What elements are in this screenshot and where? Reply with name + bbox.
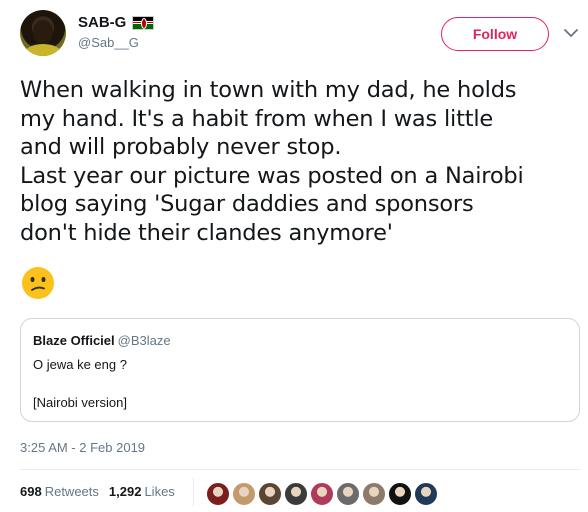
avatar-face	[33, 20, 53, 44]
liker-avatars	[206, 482, 438, 506]
liker-avatar[interactable]	[284, 482, 308, 506]
retweets-count: 698	[20, 484, 42, 499]
chevron-down-icon[interactable]	[561, 23, 581, 43]
likes-stat[interactable]: 1,292 Likes	[109, 484, 175, 499]
retweets-stat[interactable]: 698 Retweets	[20, 484, 99, 499]
kenya-flag-icon	[132, 15, 155, 30]
author-name-row[interactable]: SAB-G	[78, 14, 155, 31]
tweet-line: When walking in town with my dad, he hol…	[20, 77, 517, 103]
liker-avatar[interactable]	[414, 482, 438, 506]
tweet-timestamp[interactable]: 3:25 AM - 2 Feb 2019	[20, 440, 145, 455]
tweet-text: When walking in town with my dad, he hol…	[20, 76, 580, 247]
follow-button[interactable]: Follow	[441, 17, 549, 51]
author-handle[interactable]: @Sab__G	[78, 35, 139, 50]
tweet-line: blog saying 'Sugar daddies and sponsors	[20, 191, 474, 217]
retweets-label: Retweets	[44, 484, 99, 499]
liker-avatar[interactable]	[362, 482, 386, 506]
liker-avatar[interactable]	[232, 482, 256, 506]
likes-label: Likes	[144, 484, 175, 499]
author-avatar[interactable]	[20, 10, 66, 56]
stats-separator	[193, 478, 194, 506]
liker-avatar[interactable]	[388, 482, 412, 506]
tweet-stats: 698 Retweets 1,292 Likes	[20, 484, 175, 499]
confused-face-emoji	[21, 266, 55, 300]
liker-avatar[interactable]	[258, 482, 282, 506]
divider	[20, 469, 580, 470]
quoted-text: O jewa ke eng ?	[33, 357, 127, 372]
quoted-author-name: Blaze Officiel	[33, 333, 115, 348]
likes-count: 1,292	[108, 484, 142, 499]
author-display-name[interactable]: SAB-G	[78, 14, 126, 31]
liker-avatar[interactable]	[310, 482, 334, 506]
avatar-shirt	[24, 44, 62, 56]
quoted-tweet[interactable]: Blaze Officiel @B3laze O jewa ke eng ? [N…	[20, 318, 580, 422]
liker-avatar[interactable]	[336, 482, 360, 506]
liker-avatar[interactable]	[206, 482, 230, 506]
tweet-line: Last year our picture was posted on a Na…	[20, 162, 524, 189]
quoted-author-handle: @B3laze	[117, 333, 171, 348]
quoted-text: [Nairobi version]	[33, 395, 127, 410]
tweet-line: don't hide their clandes anymore'	[20, 219, 393, 246]
quoted-author: Blaze Officiel @B3laze	[33, 333, 171, 348]
tweet-line: my hand. It's a habit from when I was li…	[20, 105, 494, 132]
tweet-line: and will probably never stop.	[20, 134, 342, 160]
